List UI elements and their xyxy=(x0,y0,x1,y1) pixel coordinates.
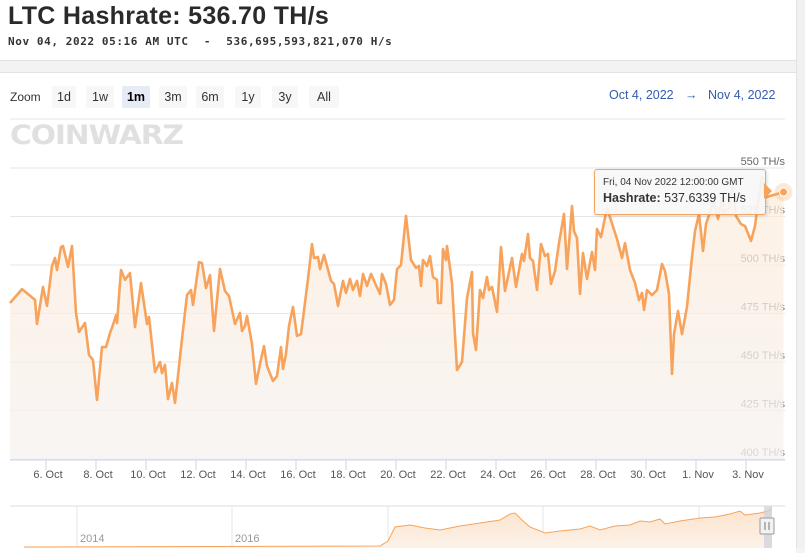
tooltip-date: Fri, 04 Nov 2022 12:00:00 GMT xyxy=(603,177,744,188)
x-tick-label: 6. Oct xyxy=(33,469,62,481)
tooltip-pointer xyxy=(764,183,772,199)
x-tick-label: 24. Oct xyxy=(480,469,515,481)
x-tick-label: 1. Nov xyxy=(682,469,714,481)
navigator-year-label: 2016 xyxy=(235,533,259,545)
x-tick-label: 10. Oct xyxy=(130,469,165,481)
x-tick-label: 30. Oct xyxy=(630,469,665,481)
hashrate-chart[interactable]: 400 TH/s425 TH/s450 TH/s475 TH/s500 TH/s… xyxy=(0,0,805,548)
x-tick-label: 26. Oct xyxy=(530,469,565,481)
x-tick-label: 28. Oct xyxy=(580,469,615,481)
y-tick-label: 550 TH/s xyxy=(741,156,786,168)
hashrate-area xyxy=(10,177,784,459)
x-tick-label: 16. Oct xyxy=(280,469,315,481)
navigator-area xyxy=(24,508,772,548)
x-tick-label: 3. Nov xyxy=(732,469,764,481)
x-tick-label: 18. Oct xyxy=(330,469,365,481)
navigator-handle[interactable] xyxy=(760,518,774,534)
navigator-year-label: 2014 xyxy=(80,533,104,545)
tooltip-number: 537.6339 TH/s xyxy=(664,191,746,205)
tooltip-value: Hashrate: 537.6339 TH/s xyxy=(603,191,746,205)
x-tick-label: 20. Oct xyxy=(380,469,415,481)
x-tick-label: 8. Oct xyxy=(83,469,112,481)
tooltip-label: Hashrate: xyxy=(603,191,661,205)
chart-tooltip: Fri, 04 Nov 2022 12:00:00 GMT Hashrate: … xyxy=(594,169,766,215)
x-tick-label: 14. Oct xyxy=(230,469,265,481)
x-tick-label: 22. Oct xyxy=(430,469,465,481)
x-tick-label: 12. Oct xyxy=(180,469,215,481)
hover-marker[interactable] xyxy=(780,188,788,196)
